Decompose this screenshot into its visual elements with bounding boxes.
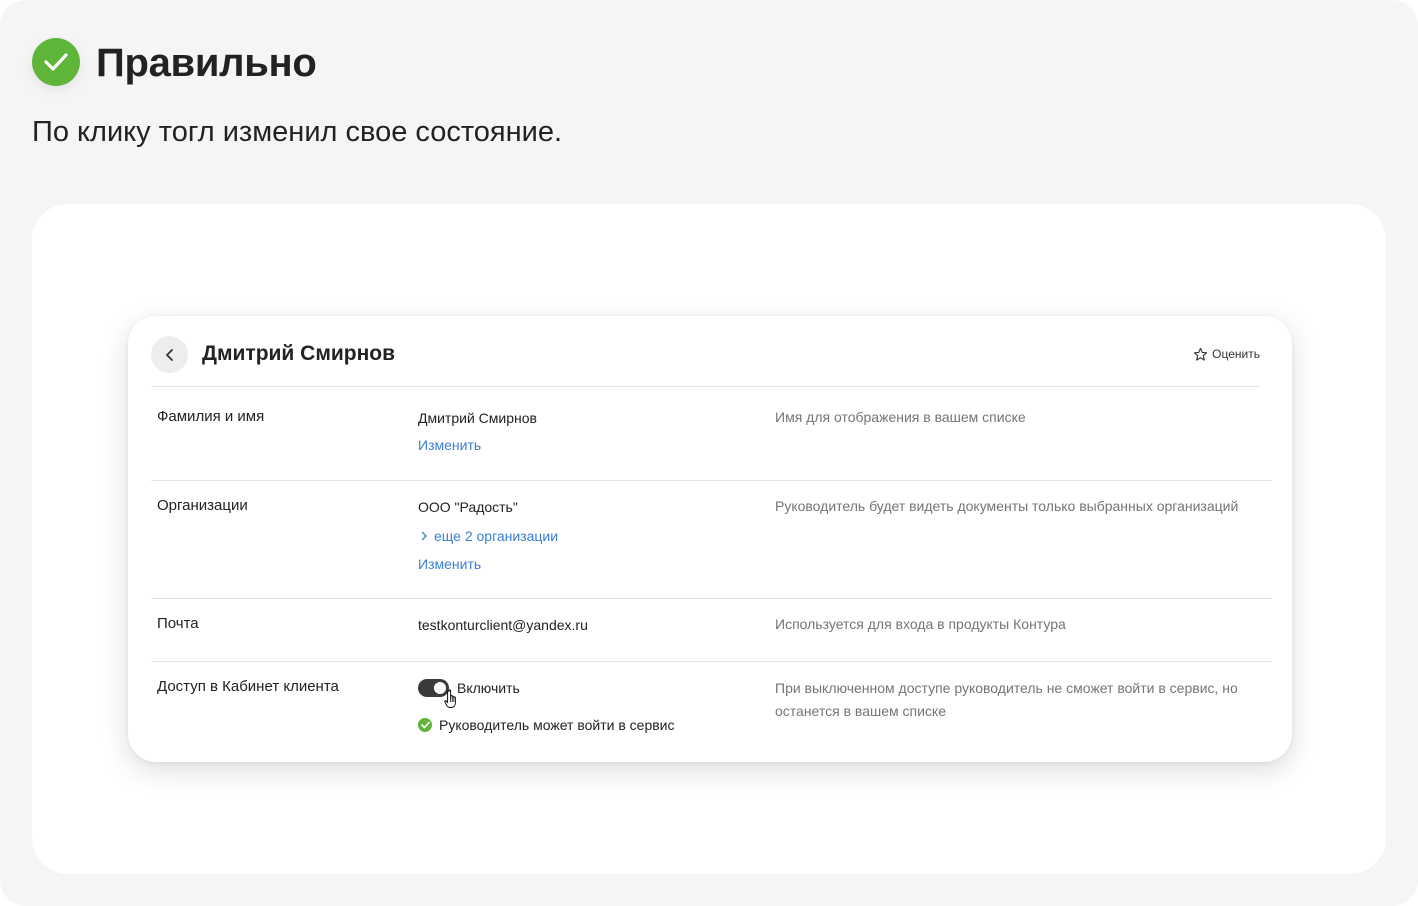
- divider: [151, 480, 1272, 481]
- divider: [151, 386, 1260, 387]
- edit-name-link[interactable]: Изменить: [418, 436, 481, 454]
- card-title: Дмитрий Смирнов: [202, 342, 396, 365]
- chevron-left-icon: [165, 348, 173, 361]
- check-circle-icon: [32, 38, 80, 86]
- field-hint-name: Имя для отображения в вашем списке: [775, 409, 1026, 425]
- rate-button[interactable]: Оценить: [1193, 345, 1260, 363]
- divider: [151, 598, 1272, 599]
- verdict-description: По клику тогл изменил свое состояние.: [32, 116, 563, 148]
- check-circle-icon: [418, 718, 432, 732]
- more-orgs-label: еще 2 организации: [434, 528, 559, 544]
- field-label-name: Фамилия и имя: [157, 408, 265, 425]
- field-label-email: Почта: [157, 615, 199, 632]
- field-label-orgs: Организации: [157, 497, 248, 514]
- star-icon: [1194, 347, 1208, 361]
- field-value-orgs: ООО "Радость": [418, 499, 518, 515]
- field-hint-orgs: Руководитель будет видеть документы толь…: [775, 498, 1239, 514]
- verdict-title: Правильно: [96, 41, 317, 85]
- hand-pointer-icon: [444, 689, 456, 708]
- edit-orgs-link[interactable]: Изменить: [418, 555, 481, 573]
- contact-card: Дмитрий Смирнов Оценить Фамилия и имя Дм…: [128, 316, 1292, 762]
- access-status: Руководитель может войти в сервис: [418, 716, 675, 734]
- divider: [151, 661, 1272, 662]
- more-orgs-link[interactable]: еще 2 организации: [420, 527, 558, 545]
- example-canvas: Дмитрий Смирнов Оценить Фамилия и имя Дм…: [32, 204, 1386, 874]
- field-hint-email: Используется для входа в продукты Контур…: [775, 616, 1066, 632]
- access-status-text: Руководитель может войти в сервис: [439, 717, 675, 733]
- example-panel: Правильно По клику тогл изменил свое сос…: [0, 0, 1418, 906]
- field-hint-access: При выключенном доступе руководитель не …: [775, 680, 1238, 719]
- access-toggle-label[interactable]: Включить: [457, 679, 520, 697]
- back-button[interactable]: [151, 336, 188, 373]
- field-label-access: Доступ в Кабинет клиента: [157, 678, 339, 695]
- field-value-email: testkonturclient@yandex.ru: [418, 617, 588, 633]
- chevron-right-icon: [421, 531, 427, 541]
- rate-label: Оценить: [1212, 347, 1260, 361]
- field-value-name: Дмитрий Смирнов: [418, 410, 537, 426]
